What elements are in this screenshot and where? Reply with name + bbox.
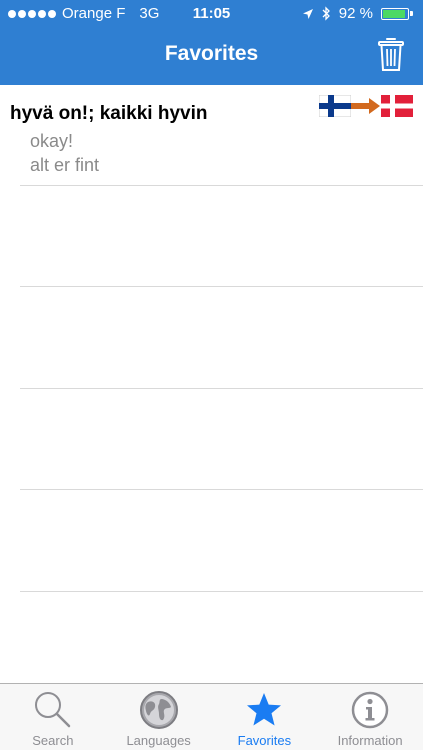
globe-icon bbox=[139, 691, 178, 729]
tab-label: Languages bbox=[126, 733, 191, 748]
tab-languages[interactable]: Languages bbox=[106, 684, 212, 750]
search-icon bbox=[34, 692, 71, 728]
row-separator bbox=[20, 388, 423, 389]
trash-icon bbox=[378, 38, 404, 71]
favorite-phrase: hyvä on!; kaikki hyvin bbox=[10, 103, 208, 124]
battery-percentage: 92 % bbox=[338, 5, 373, 22]
status-bar: Orange F 3G 11:05 92 % bbox=[0, 0, 423, 28]
battery-icon bbox=[381, 7, 413, 20]
tab-information[interactable]: Information bbox=[317, 684, 423, 750]
row-separator bbox=[20, 489, 423, 490]
translation-line: okay! bbox=[30, 131, 74, 151]
favorite-translations: okay! alt er fint bbox=[30, 129, 99, 177]
info-icon bbox=[351, 691, 389, 729]
finland-flag-icon bbox=[319, 95, 351, 117]
page-title: Favorites bbox=[164, 42, 259, 65]
tab-label: Search bbox=[32, 733, 74, 748]
tab-search[interactable]: Search bbox=[0, 684, 106, 750]
row-separator bbox=[20, 591, 423, 592]
translation-line: alt er fint bbox=[30, 155, 100, 175]
star-icon bbox=[247, 693, 282, 726]
tab-label: Information bbox=[337, 733, 403, 748]
favorite-item[interactable]: hyvä on!; kaikki hyvin okay! alt er fint bbox=[0, 85, 423, 185]
row-separator bbox=[20, 185, 423, 186]
language-direction bbox=[319, 95, 413, 117]
delete-favorites-button[interactable] bbox=[377, 36, 405, 72]
favorites-list: hyvä on!; kaikki hyvin okay! alt er fint bbox=[0, 85, 423, 185]
denmark-flag-icon bbox=[381, 95, 413, 117]
arrow-right-icon bbox=[351, 98, 380, 114]
tab-bar: Search Languages Favorites Information bbox=[0, 683, 423, 750]
bluetooth-icon bbox=[322, 6, 330, 21]
navigation-header: Orange F 3G 11:05 92 % Favorites bbox=[0, 0, 423, 85]
location-arrow-icon bbox=[302, 8, 313, 19]
tab-favorites[interactable]: Favorites bbox=[212, 684, 318, 750]
status-right: 92 % bbox=[302, 5, 413, 22]
tab-label: Favorites bbox=[237, 733, 292, 748]
row-separator bbox=[20, 286, 423, 287]
